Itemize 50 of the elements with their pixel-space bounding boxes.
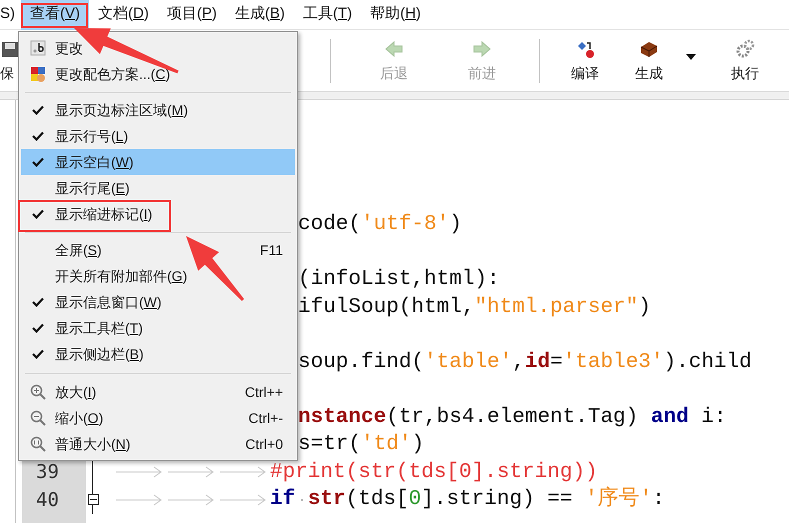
zoom-out-icon: [30, 410, 46, 426]
zoom-in-icon: [30, 384, 46, 400]
shortcut-label: Ctrl+0: [245, 434, 284, 454]
toolbar-button[interactable]: 生成: [617, 30, 681, 91]
menu-item[interactable]: 显示信息窗口(W): [21, 289, 295, 315]
code-line: nstance(tr,bs4.element.Tag) and i:: [298, 404, 726, 430]
menu-item[interactable]: 缩小(O) Ctrl+-: [21, 405, 295, 431]
caret-icon: [686, 54, 696, 60]
shortcut-label: Ctrl+-: [248, 408, 284, 428]
menu-item[interactable]: 文档(D): [89, 0, 158, 30]
annotation-arrow: [186, 236, 244, 301]
menu-item[interactable]: 查看(V): [21, 0, 90, 30]
right-arrow-icon: [472, 39, 492, 59]
code-line: ifulSoup(html,"html.parser"): [298, 294, 651, 320]
palette-icon: [30, 66, 46, 82]
brick-icon: [639, 39, 659, 59]
line-number: 40: [36, 488, 59, 512]
shortcut-label: Ctrl++: [244, 382, 284, 402]
toolbar-button[interactable]: 编译: [553, 30, 617, 91]
zoom-reset-icon: [30, 436, 46, 452]
font-icon: [30, 40, 46, 56]
menu-item[interactable]: 普通大小(N) Ctrl+0: [21, 431, 295, 457]
menu-item[interactable]: 更改: [21, 35, 295, 61]
menu-item[interactable]: 帮助(H): [361, 0, 430, 30]
annotation-frame: [21, 2, 88, 28]
gears-icon: [735, 39, 755, 59]
menu-item[interactable]: 开关所有附加部件(G): [21, 263, 295, 289]
menu-item[interactable]: 显示页边标注区域(M): [21, 97, 295, 123]
toolbar-button[interactable]: 执行: [701, 30, 789, 91]
code-line: (infoList,html):: [298, 267, 500, 293]
code-line: s=tr('td'): [298, 432, 424, 458]
menu-item[interactable]: 显示行号(L): [21, 123, 295, 149]
line-number: 39: [36, 460, 59, 485]
menu-item[interactable]: 显示空白(W): [21, 149, 295, 175]
menu-item[interactable]: 放大(I) Ctrl++: [21, 379, 295, 405]
menu-item[interactable]: 显示缩进标记(I): [21, 201, 295, 227]
menu-item[interactable]: 项目(P): [158, 0, 226, 30]
menu-item[interactable]: 显示行尾(E): [21, 175, 295, 201]
menu-item[interactable]: 显示侧边栏(B): [21, 341, 295, 367]
code-line: soup.find('table',id='table3').child: [298, 350, 752, 376]
fold-toggle[interactable]: [88, 494, 98, 506]
shortcut-label: F11: [260, 240, 284, 260]
menu-item[interactable]: S): [0, 0, 21, 30]
menu-item[interactable]: 生成(B): [226, 0, 294, 30]
menu-item[interactable]: 工具(T): [294, 0, 362, 30]
left-arrow-icon: [384, 39, 404, 59]
menu-item[interactable]: 更改配色方案...(C): [21, 61, 295, 87]
menu-item[interactable]: 全屏(S) F11: [21, 237, 295, 263]
menu-item[interactable]: 显示工具栏(T): [21, 315, 295, 341]
code-line: code('utf-8'): [298, 212, 462, 238]
